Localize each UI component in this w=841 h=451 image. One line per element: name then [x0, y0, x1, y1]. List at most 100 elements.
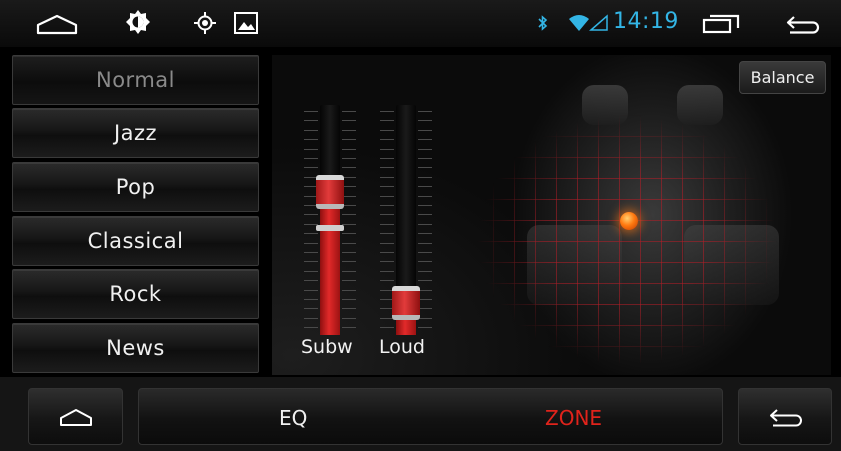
slider-tick	[342, 148, 356, 150]
slider-tick	[304, 261, 318, 263]
slider-tick	[342, 111, 356, 112]
tab-zone[interactable]: ZONE	[545, 406, 602, 430]
back-button[interactable]	[738, 388, 832, 445]
balance-position-dot[interactable]	[620, 212, 638, 230]
slider-tick	[380, 261, 394, 263]
slider-tick	[304, 252, 318, 253]
preset-classical[interactable]: Classical	[12, 216, 259, 266]
slider-tick	[380, 252, 394, 253]
slider-tick	[380, 111, 394, 112]
brightness-icon	[125, 9, 151, 39]
preset-rock[interactable]: Rock	[12, 269, 259, 319]
slider-tick	[418, 280, 432, 282]
slider-tick	[304, 158, 318, 159]
slider-tick	[380, 233, 394, 235]
slider-tick	[304, 233, 318, 235]
slider-tick	[418, 317, 432, 319]
tab-bar: EQ ZONE	[138, 388, 723, 445]
slider-tick	[304, 308, 318, 310]
slider-tick	[418, 195, 432, 197]
slider-tick	[380, 158, 394, 159]
slider-tick	[418, 186, 432, 188]
slider-tick	[418, 242, 432, 244]
slider-tick	[342, 186, 356, 188]
subwoofer-slider-band	[316, 225, 344, 232]
slider-tick	[342, 167, 356, 169]
slider-tick	[380, 195, 394, 197]
slider-tick	[304, 242, 318, 244]
slider-tick	[380, 223, 394, 225]
slider-tick	[418, 233, 432, 235]
slider-tick	[418, 129, 432, 131]
signal-icon	[589, 14, 609, 36]
slider-tick	[342, 261, 356, 263]
slider-tick	[304, 289, 318, 291]
slider-tick	[380, 242, 394, 244]
slider-tick	[418, 205, 432, 206]
balance-button[interactable]: Balance	[739, 61, 826, 94]
slider-tick	[418, 223, 432, 225]
slider-tick	[418, 139, 432, 141]
slider-tick	[342, 205, 356, 206]
slider-tick	[380, 205, 394, 206]
slider-tick	[342, 139, 356, 141]
slider-tick	[304, 148, 318, 150]
wifi-icon	[568, 14, 590, 36]
slider-tick	[418, 167, 432, 169]
slider-tick	[304, 120, 318, 122]
slider-tick	[342, 223, 356, 225]
preset-pop[interactable]: Pop	[12, 162, 259, 212]
slider-tick	[304, 129, 318, 131]
slider-tick	[418, 327, 432, 329]
slider-tick	[418, 252, 432, 253]
zone-panel: Balance Subw Loud	[272, 55, 831, 375]
slider-tick	[342, 195, 356, 197]
loudness-label: Loud	[379, 336, 425, 358]
home-button[interactable]	[28, 388, 123, 445]
slider-tick	[418, 308, 432, 310]
slider-tick	[304, 167, 318, 169]
slider-tick	[304, 270, 318, 272]
slider-tick	[342, 242, 356, 244]
slider-tick	[418, 299, 432, 300]
subwoofer-slider-knob[interactable]	[316, 175, 344, 210]
slider-tick	[342, 280, 356, 282]
slider-tick	[342, 317, 356, 319]
status-bar: 14:19	[0, 0, 841, 47]
home-outline-icon[interactable]	[36, 13, 78, 39]
recent-apps-icon[interactable]	[702, 14, 740, 38]
slider-tick	[304, 327, 318, 329]
slider-tick	[380, 167, 394, 169]
slider-tick	[342, 308, 356, 310]
slider-tick	[342, 327, 356, 329]
slider-tick	[304, 280, 318, 282]
slider-tick	[418, 120, 432, 122]
slider-tick	[342, 270, 356, 272]
preset-news[interactable]: News	[12, 323, 259, 373]
slider-tick	[342, 233, 356, 235]
loudness-slider-knob[interactable]	[392, 285, 420, 320]
back-icon[interactable]	[785, 13, 821, 39]
slider-tick	[418, 214, 432, 216]
preset-jazz[interactable]: Jazz	[12, 108, 259, 158]
slider-tick	[342, 299, 356, 300]
slider-tick	[418, 158, 432, 159]
slider-tick	[380, 148, 394, 150]
slider-tick	[380, 214, 394, 216]
slider-tick	[304, 214, 318, 216]
preset-normal[interactable]: Normal	[12, 55, 259, 105]
slider-tick	[418, 270, 432, 272]
balance-grid[interactable]	[472, 115, 782, 365]
slider-tick	[380, 327, 394, 329]
gps-icon	[193, 11, 217, 39]
bluetooth-icon	[538, 15, 548, 35]
slider-tick	[418, 289, 432, 291]
tab-eq[interactable]: EQ	[279, 406, 307, 430]
slider-tick	[342, 158, 356, 159]
slider-tick	[418, 176, 432, 178]
slider-tick	[418, 261, 432, 263]
home-icon	[60, 409, 92, 426]
slider-tick	[380, 139, 394, 141]
slider-tick	[304, 139, 318, 141]
slider-tick	[380, 176, 394, 178]
